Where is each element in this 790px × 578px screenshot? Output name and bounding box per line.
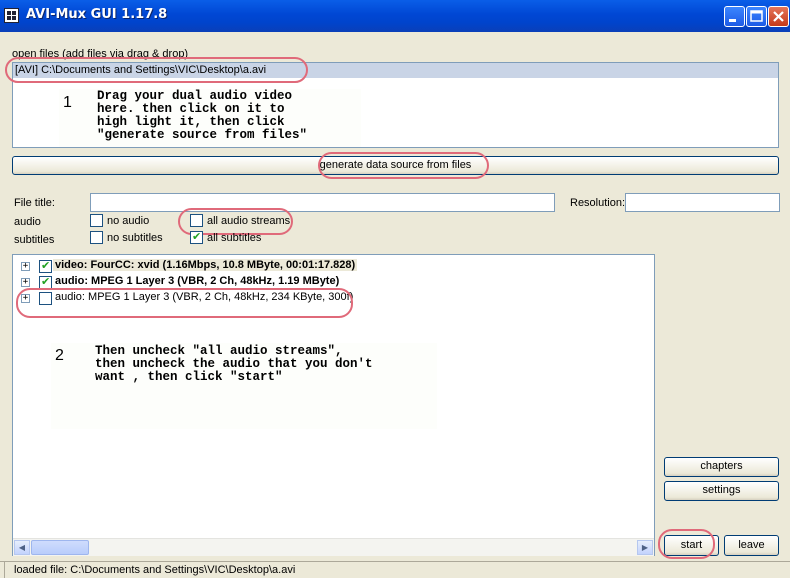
file-title-label: File title: xyxy=(14,197,55,209)
maximize-icon xyxy=(750,10,763,22)
stream-audio-1-label[interactable]: audio: MPEG 1 Layer 3 (VBR, 2 Ch, 48kHz,… xyxy=(55,275,339,287)
close-button[interactable] xyxy=(768,6,789,27)
no-subtitles-checkbox[interactable] xyxy=(90,231,103,244)
scroll-thumb[interactable] xyxy=(31,540,89,555)
scroll-left-button[interactable]: ◀ xyxy=(14,540,30,555)
subtitles-label: subtitles xyxy=(14,234,55,246)
instruction-box-2: 2 Then uncheck "all audio streams", then… xyxy=(51,343,437,429)
all-subtitles-label: all subtitles xyxy=(207,232,262,244)
step-1-text: Drag your dual audio video here. then cl… xyxy=(97,89,308,142)
file-title-input[interactable] xyxy=(90,193,555,212)
step-2-text: Then uncheck "all audio streams", then u… xyxy=(95,344,373,384)
status-text: loaded file: C:\Documents and Settings\V… xyxy=(14,564,296,576)
settings-button[interactable]: settings xyxy=(664,481,779,501)
resolution-label: Resolution: xyxy=(570,197,626,209)
no-subtitles-label: no subtitles xyxy=(107,232,163,244)
horizontal-scrollbar[interactable]: ◀ ▶ xyxy=(13,538,654,556)
status-bar: loaded file: C:\Documents and Settings\V… xyxy=(0,561,790,578)
stream-video-label[interactable]: video: FourCC: xvid (1.16Mbps, 10.8 MByt… xyxy=(53,259,358,271)
minimize-button[interactable] xyxy=(724,6,745,27)
stream-video-checkbox[interactable] xyxy=(39,259,52,273)
annotation-circle-audio-2 xyxy=(16,288,353,318)
annotation-circle-start xyxy=(658,529,715,559)
window-title: AVI-Mux GUI 1.17.8 xyxy=(26,7,168,22)
chapters-button[interactable]: chapters xyxy=(664,457,779,477)
no-audio-checkbox[interactable] xyxy=(90,214,103,227)
instruction-box-1: 1 Drag your dual audio video here. then … xyxy=(59,89,361,147)
annotation-circle-file xyxy=(5,57,308,83)
expand-icon[interactable]: + xyxy=(21,262,30,271)
all-subtitles-checkbox[interactable] xyxy=(190,230,203,244)
leave-button[interactable]: leave xyxy=(724,535,779,556)
scroll-right-button[interactable]: ▶ xyxy=(637,540,653,555)
app-icon[interactable] xyxy=(4,8,19,23)
annotation-circle-generate xyxy=(318,152,489,179)
no-audio-label: no audio xyxy=(107,215,150,227)
step-2-number: 2 xyxy=(55,347,64,364)
minimize-icon xyxy=(729,19,736,22)
resolution-input[interactable] xyxy=(625,193,780,212)
step-1-number: 1 xyxy=(63,94,72,111)
audio-label: audio xyxy=(14,216,41,228)
close-icon xyxy=(773,11,784,22)
expand-icon[interactable]: + xyxy=(21,278,30,287)
maximize-button[interactable] xyxy=(746,6,767,27)
